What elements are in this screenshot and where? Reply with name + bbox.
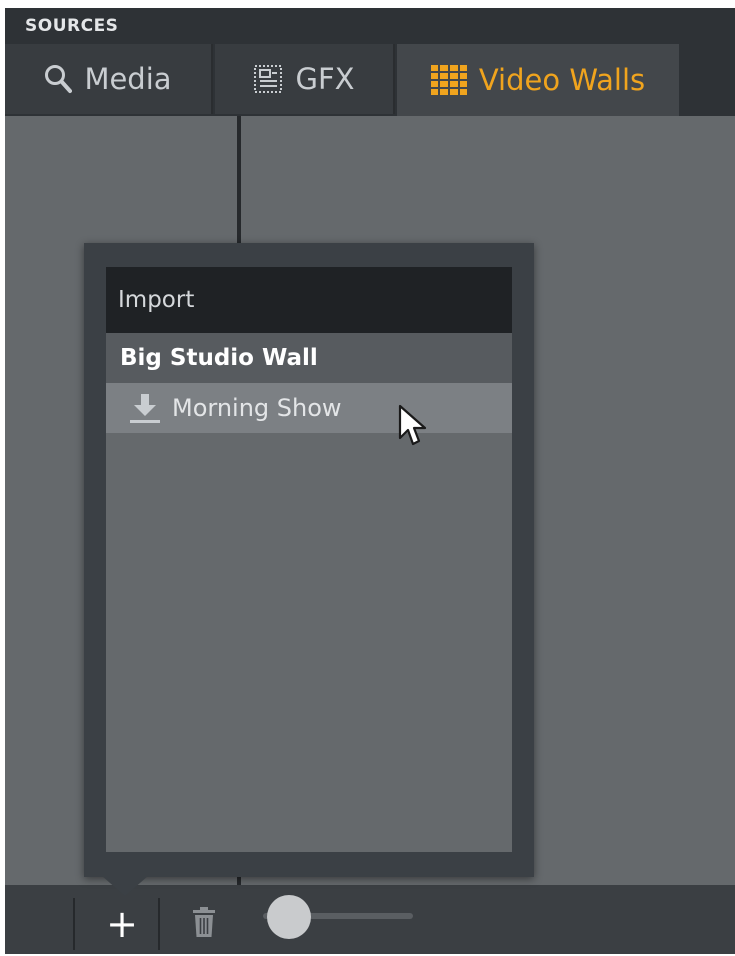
tab-gfx[interactable]: GFX — [215, 44, 395, 114]
add-button[interactable]: + — [89, 898, 155, 950]
source-tabs: Media GFX Video Walls — [5, 44, 735, 116]
tab-video-walls[interactable]: Video Walls — [397, 44, 679, 116]
tab-label: Media — [84, 62, 172, 96]
import-list: Import Big Studio Wall Morning Show — [106, 267, 512, 852]
toolbar-separator — [158, 898, 160, 950]
zoom-slider-thumb[interactable] — [267, 895, 311, 939]
delete-button[interactable] — [181, 901, 227, 947]
gfx-icon — [253, 64, 283, 94]
tab-label: GFX — [295, 62, 355, 96]
list-group-header: Big Studio Wall — [106, 333, 512, 383]
tab-media[interactable]: Media — [5, 44, 213, 114]
popover-arrow — [102, 876, 148, 896]
list-item[interactable]: Morning Show — [106, 383, 512, 433]
mouse-cursor-icon — [398, 404, 428, 452]
toolbar-separator — [73, 898, 75, 950]
download-icon — [128, 392, 162, 424]
import-popover: Import Big Studio Wall Morning Show — [84, 243, 534, 877]
plus-icon: + — [106, 902, 138, 946]
search-icon — [44, 64, 73, 94]
popover-title: Import — [106, 267, 512, 333]
panel-header: SOURCES — [5, 8, 735, 44]
list-item-label: Morning Show — [172, 394, 342, 422]
trash-icon — [193, 907, 215, 941]
video-wall-grid-icon — [430, 65, 467, 95]
tab-label: Video Walls — [478, 63, 646, 97]
